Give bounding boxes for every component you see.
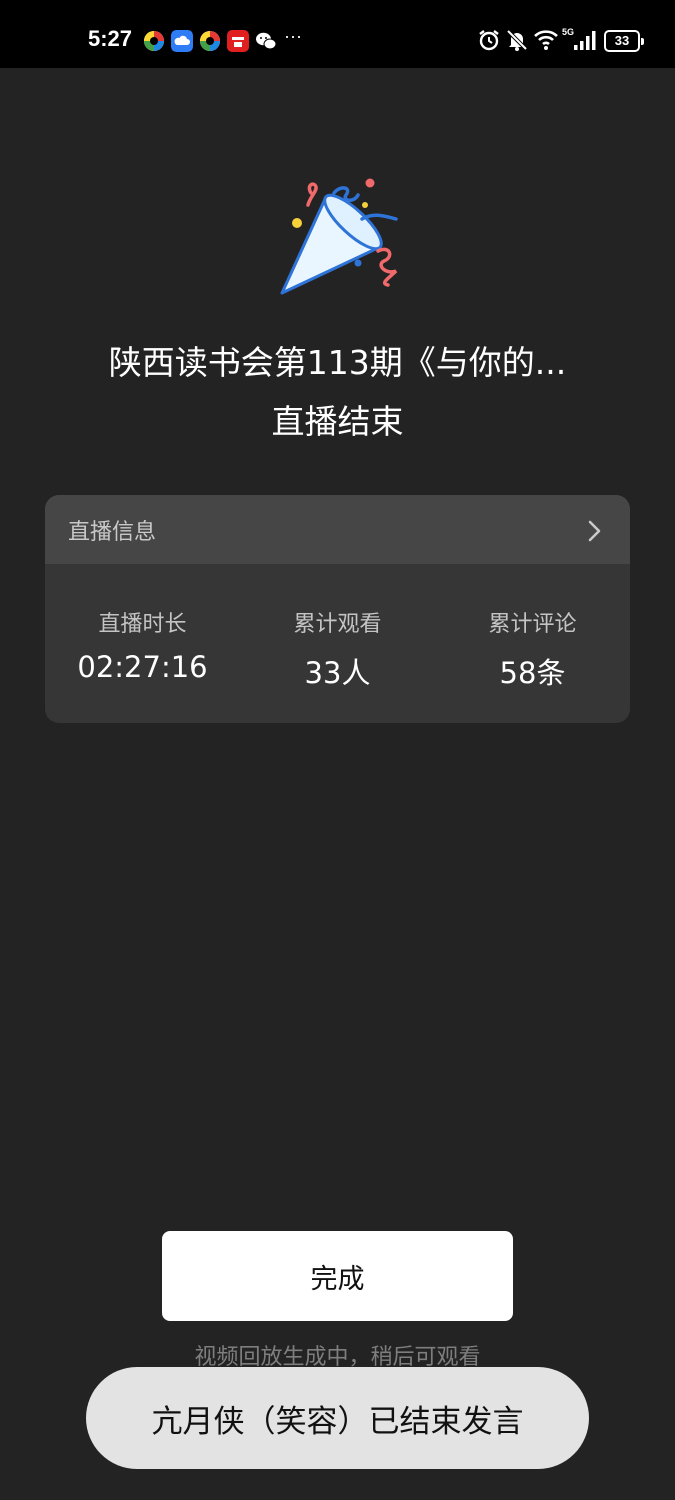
live-info-header[interactable]: 直播信息 <box>45 495 630 564</box>
red-app-icon <box>227 30 249 52</box>
live-title: 陕西读书会第113期《与你的... <box>108 343 567 382</box>
stat-comments: 累计评论 58条 <box>435 606 630 692</box>
stat-label: 累计观看 <box>293 612 382 637</box>
stat-value: 02:27:16 <box>77 650 208 684</box>
more-notifications-icon: ··· <box>284 26 302 46</box>
colorful-app-icon <box>144 31 164 51</box>
status-time: 5:27 <box>88 26 133 51</box>
signal-icon <box>574 31 596 50</box>
live-ended-title: 直播结束 <box>271 402 404 441</box>
cloud-app-icon <box>171 30 193 52</box>
wechat-icon <box>256 32 277 50</box>
stat-viewers: 累计观看 33人 <box>240 606 435 692</box>
stat-value: 58条 <box>499 656 566 690</box>
mute-bell-icon <box>506 29 528 51</box>
wifi-icon <box>534 30 558 50</box>
battery-icon: 33 <box>604 30 644 52</box>
live-stats: 直播时长 02:27:16 累计观看 33人 累计评论 58条 <box>45 564 630 692</box>
colorful-app-icon <box>200 31 220 51</box>
stat-label: 累计评论 <box>488 612 577 637</box>
done-button[interactable]: 完成 <box>162 1231 513 1321</box>
alarm-icon <box>479 30 499 51</box>
chevron-right-icon[interactable] <box>587 520 601 542</box>
stat-value: 33人 <box>304 656 371 690</box>
toast-message: 亢月侠（笑容）已结束发言 <box>86 1367 589 1469</box>
status-bar: 5:27 ··· 5G 33 <box>0 0 675 68</box>
stat-duration: 直播时长 02:27:16 <box>45 606 240 692</box>
party-popper-icon <box>280 178 398 295</box>
stat-label: 直播时长 <box>98 612 187 637</box>
live-info-card: 直播信息 直播时长 02:27:16 累计观看 33人 累计评论 58条 <box>45 495 630 723</box>
live-info-label: 直播信息 <box>68 519 157 545</box>
